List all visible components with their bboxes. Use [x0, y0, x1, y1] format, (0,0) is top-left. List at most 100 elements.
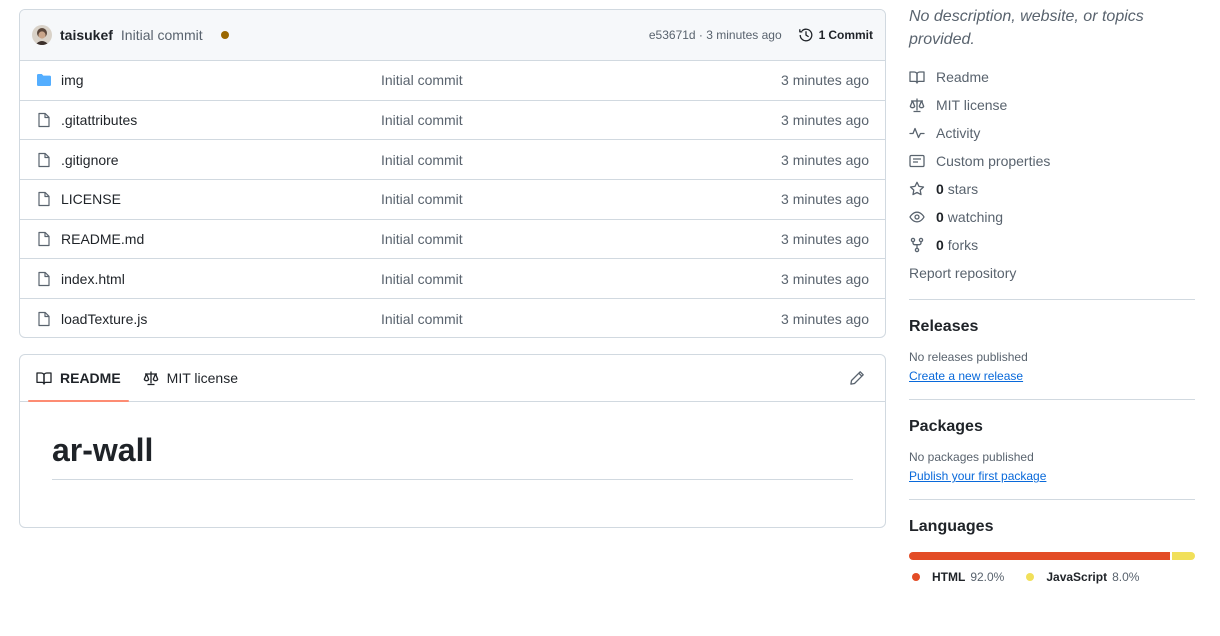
report-repository-label: Report repository [909, 265, 1017, 281]
readme-content: ar-wall [20, 402, 885, 480]
forks-count: 0 [936, 237, 944, 253]
repo-sidebar: No description, website, or topics provi… [909, 0, 1195, 584]
file-name-link[interactable]: index.html [61, 271, 381, 287]
watching-count: 0 [936, 209, 944, 225]
file-commit-message[interactable]: Initial commit [381, 311, 781, 327]
commit-author[interactable]: taisukef [60, 27, 113, 43]
file-icon-wrap [36, 112, 52, 128]
file-icon [38, 192, 50, 207]
file-icon [38, 112, 50, 128]
file-row[interactable]: LICENSE Initial commit 3 minutes ago [20, 180, 885, 220]
file-commit-message[interactable]: Initial commit [381, 152, 781, 168]
commits-history-link[interactable]: 1 Commit [798, 27, 873, 43]
commit-count: 1 [818, 28, 826, 42]
file-commit-age: 3 minutes ago [781, 112, 869, 129]
file-name-link[interactable]: README.md [61, 231, 381, 247]
language-bar-segment [1172, 552, 1195, 560]
file-name-link[interactable]: loadTexture.js [61, 311, 381, 327]
language-percent: 8.0% [1112, 570, 1140, 584]
readme-link[interactable]: Readme [909, 63, 1195, 91]
license-link[interactable]: MIT license [909, 91, 1195, 119]
commit-hash-time[interactable]: e53671d · 3 minutes ago [649, 28, 782, 42]
watchers-link[interactable]: 0 watching [909, 203, 1195, 231]
commit-status-dot[interactable] [220, 31, 229, 39]
file-commit-message[interactable]: Initial commit [381, 231, 781, 247]
file-commit-age: 3 minutes ago [781, 310, 869, 327]
note-icon [909, 154, 925, 168]
publish-package-link[interactable]: Publish your first package [909, 469, 1046, 483]
about-links: Readme MIT license Activity Custom prope… [909, 63, 1195, 287]
file-row[interactable]: index.html Initial commit 3 minutes ago [20, 259, 885, 300]
file-commit-age: 3 minutes ago [781, 231, 869, 248]
stars-label: stars [947, 181, 979, 197]
languages-section: Languages HTML 92.0% JavaScript 8.0% [909, 500, 1195, 584]
language-item[interactable]: JavaScript 8.0% [1026, 570, 1161, 584]
language-item[interactable]: HTML 92.0% [912, 570, 1026, 584]
book-icon [909, 71, 925, 84]
edit-readme-button[interactable] [849, 370, 865, 389]
folder-icon-wrap [36, 72, 52, 88]
file-commit-age: 3 minutes ago [781, 151, 869, 168]
packages-section: Packages No packages published Publish y… [909, 400, 1195, 483]
commit-message[interactable]: Initial commit [121, 27, 203, 43]
file-icon [38, 231, 50, 247]
file-name-link[interactable]: .gitignore [61, 152, 381, 168]
law-icon [909, 98, 925, 113]
readme-link-label: Readme [936, 69, 989, 85]
language-percent: 92.0% [970, 570, 1005, 584]
file-commit-message[interactable]: Initial commit [381, 72, 781, 88]
packages-empty-text: No packages published [909, 450, 1034, 464]
forks-link[interactable]: 0 forks [909, 231, 1195, 259]
about-description: No description, website, or topics provi… [909, 8, 1144, 48]
law-icon [143, 371, 159, 386]
releases-section: Releases No releases published Create a … [909, 300, 1195, 383]
folder-icon [37, 74, 51, 87]
file-name-link[interactable]: img [61, 72, 381, 88]
tab-license[interactable]: MIT license [135, 355, 246, 401]
file-commit-age: 3 minutes ago [781, 191, 869, 208]
readme-heading: ar-wall [52, 430, 853, 480]
readme-panel: README MIT license ar-wall [19, 354, 886, 528]
language-legend: HTML 92.0% JavaScript 8.0% [909, 570, 1195, 584]
readme-tabs: README MIT license [20, 355, 885, 402]
create-release-link[interactable]: Create a new release [909, 369, 1023, 383]
report-repository-link[interactable]: Report repository [909, 259, 1195, 287]
activity-link[interactable]: Activity [909, 119, 1195, 147]
file-row[interactable]: .gitattributes Initial commit 3 minutes ag… [20, 101, 885, 141]
file-row[interactable]: .gitignore Initial commit 3 minutes ago [20, 140, 885, 181]
releases-empty-text: No releases published [909, 350, 1028, 364]
pulse-icon [909, 127, 925, 139]
book-icon [36, 372, 52, 385]
file-name-link[interactable]: LICENSE [61, 191, 381, 207]
activity-link-label: Activity [936, 125, 981, 141]
stars-count: 0 [936, 181, 944, 197]
file-row[interactable]: img Initial commit 3 minutes ago [20, 61, 885, 101]
tab-license-label: MIT license [166, 370, 238, 386]
file-row[interactable]: loadTexture.js Initial commit 3 minutes ag… [20, 299, 885, 337]
language-bar-segment [909, 552, 1171, 560]
file-icon [38, 311, 50, 327]
avatar[interactable] [32, 25, 52, 45]
file-icon [38, 271, 50, 286]
file-icon-wrap [36, 271, 52, 287]
file-commit-message[interactable]: Initial commit [381, 271, 781, 287]
file-commit-message[interactable]: Initial commit [381, 191, 781, 207]
stars-link[interactable]: 0 stars [909, 175, 1195, 203]
file-browser: taisukef Initial commit e53671d · 3 minu… [19, 9, 886, 338]
file-commit-message[interactable]: Initial commit [381, 112, 781, 128]
packages-title[interactable]: Packages [909, 418, 1195, 436]
language-bar [909, 552, 1195, 560]
file-name-link[interactable]: .gitattributes [61, 112, 381, 128]
file-icon [38, 152, 50, 167]
fork-icon [910, 237, 924, 253]
releases-title[interactable]: Releases [909, 318, 1195, 336]
license-link-label: MIT license [936, 97, 1008, 113]
history-icon [798, 28, 813, 42]
language-name: HTML [932, 570, 966, 584]
custom-properties-label: Custom properties [936, 153, 1051, 169]
file-row[interactable]: README.md Initial commit 3 minutes ago [20, 220, 885, 260]
tab-readme[interactable]: README [28, 355, 129, 402]
file-icon-wrap [36, 191, 52, 207]
commits-label: Commit [828, 28, 873, 42]
custom-properties-link[interactable]: Custom properties [909, 147, 1195, 175]
